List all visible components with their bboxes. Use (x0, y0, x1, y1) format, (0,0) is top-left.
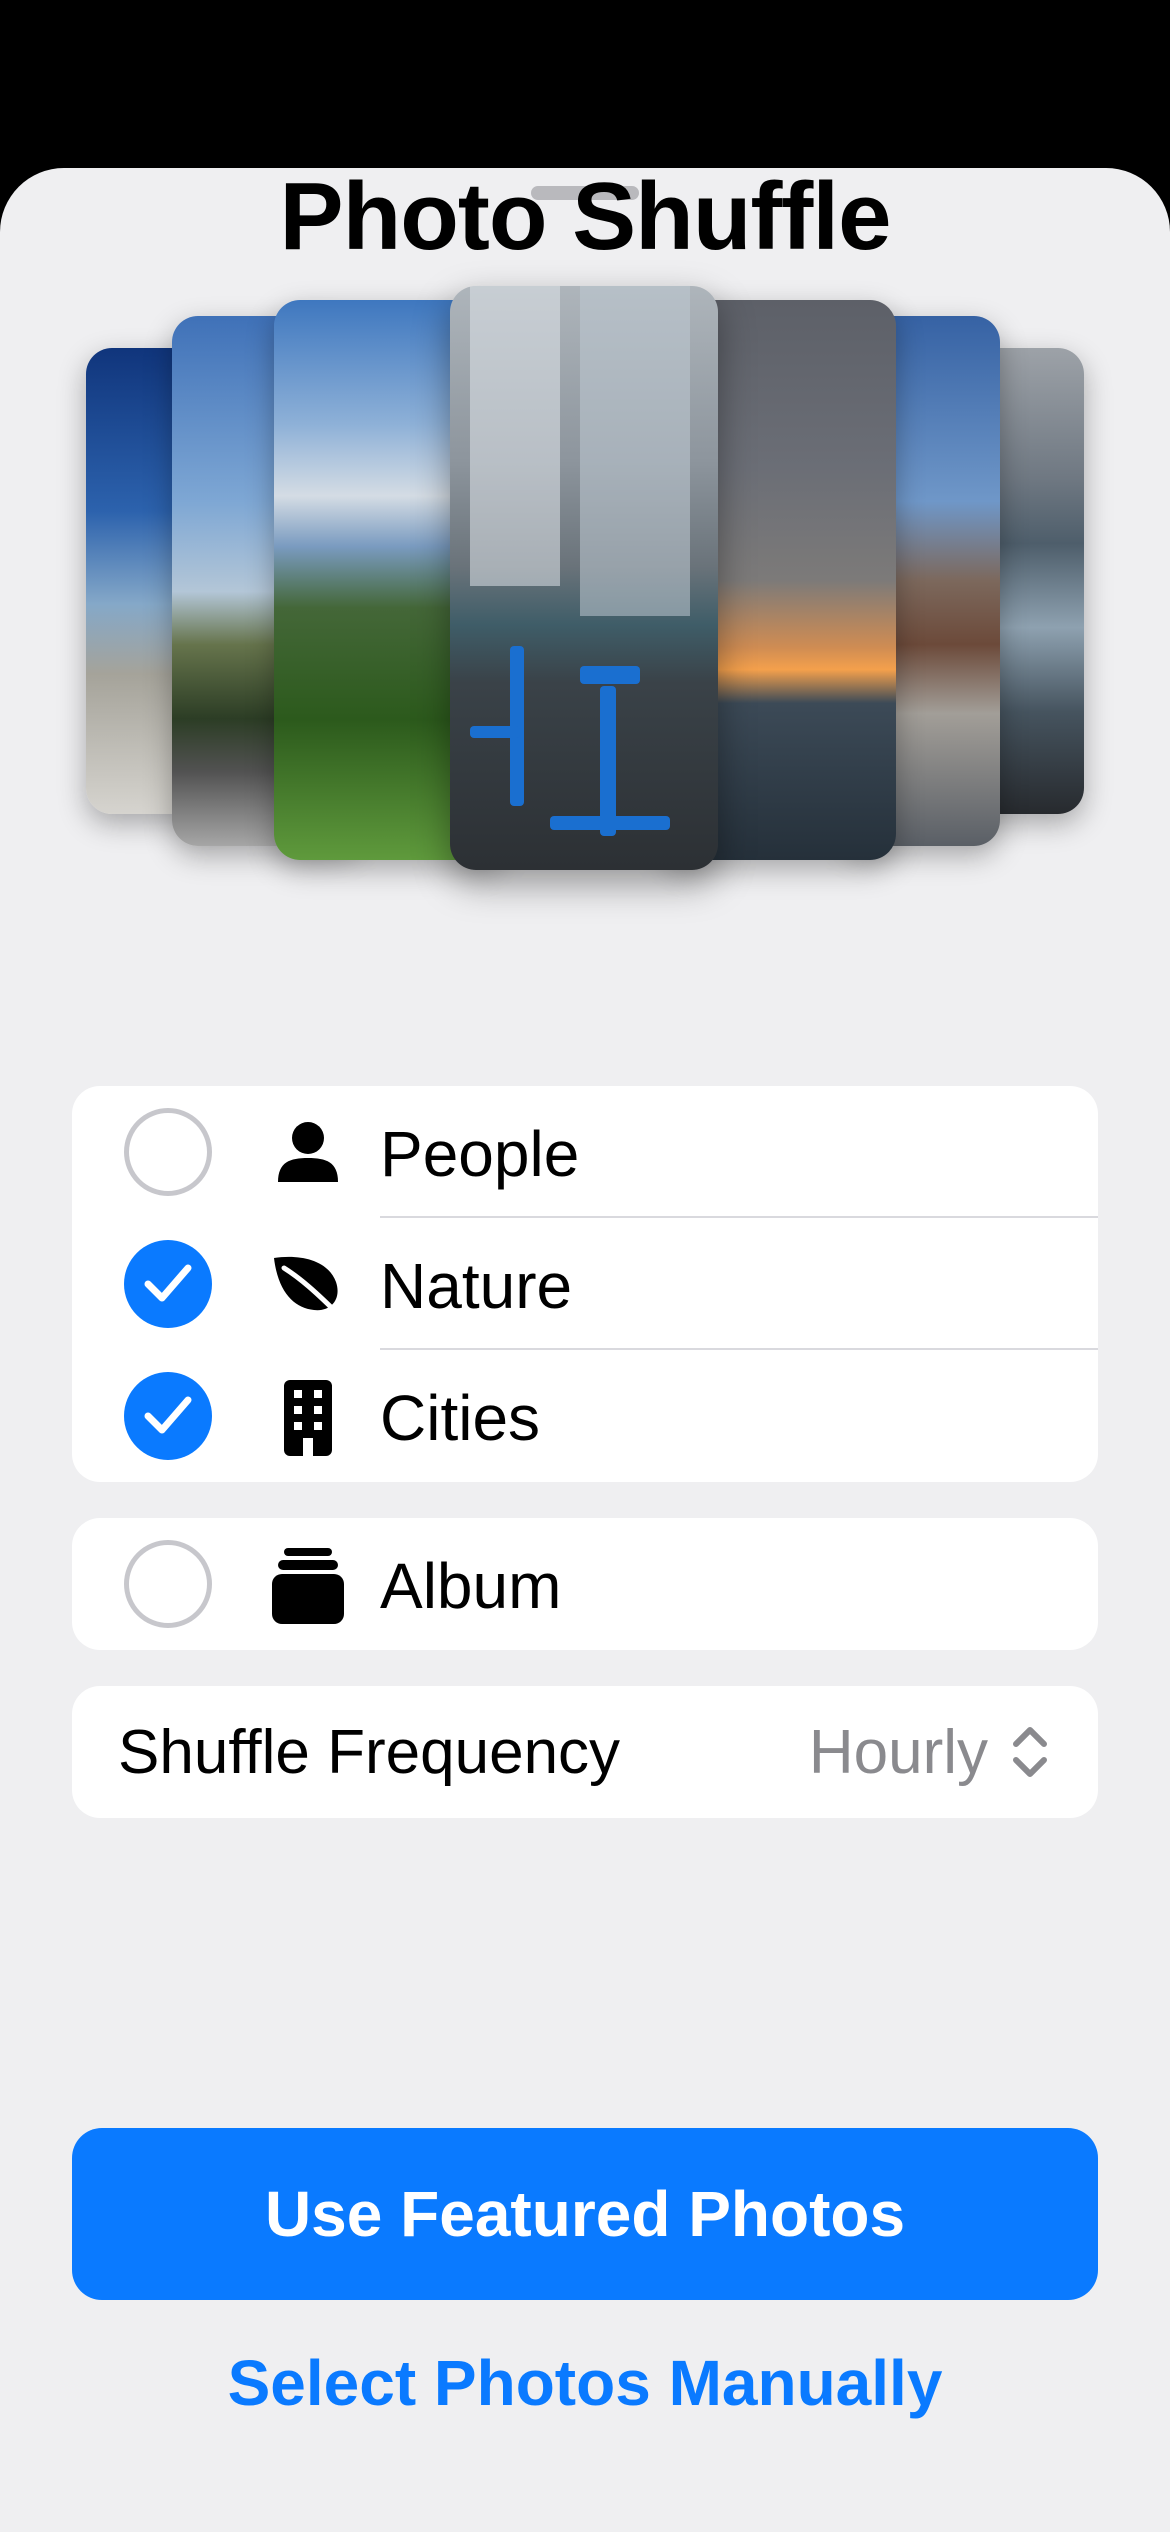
category-label: Nature (380, 1250, 573, 1322)
leaf-icon (274, 1256, 343, 1319)
checkmark-icon (144, 1396, 192, 1434)
photo-preview-featured (450, 286, 718, 870)
album-label: Album (380, 1550, 562, 1622)
checkmark-icon (144, 1264, 192, 1302)
category-label: Cities (380, 1382, 541, 1454)
category-list: People Nature Cities (72, 1086, 1098, 1482)
category-row-cities[interactable]: Cities (72, 1350, 1098, 1482)
album-stack-icon (272, 1548, 344, 1624)
category-row-people[interactable]: People (72, 1086, 1098, 1218)
chevron-up-down-icon (1013, 1727, 1047, 1777)
album-row[interactable]: Album (72, 1518, 1098, 1650)
person-icon (278, 1122, 338, 1182)
radio-unchecked[interactable] (124, 1108, 212, 1196)
radio-checked[interactable] (124, 1240, 212, 1328)
select-photos-manually-button[interactable]: Select Photos Manually (0, 2346, 1170, 2420)
album-option[interactable]: Album (72, 1518, 1098, 1650)
building-icon (284, 1380, 332, 1456)
radio-unchecked[interactable] (124, 1540, 212, 1628)
use-featured-photos-button[interactable]: Use Featured Photos (72, 2128, 1098, 2300)
category-label: People (380, 1118, 580, 1190)
shuffle-frequency-value[interactable]: Hourly (809, 1718, 988, 1788)
page-title: Photo Shuffle (279, 163, 892, 270)
category-row-nature[interactable]: Nature (72, 1218, 1098, 1350)
shuffle-frequency-picker[interactable]: Shuffle Frequency Hourly (72, 1686, 1098, 1818)
radio-checked[interactable] (124, 1372, 212, 1460)
shuffle-frequency-label: Shuffle Frequency (118, 1718, 621, 1787)
